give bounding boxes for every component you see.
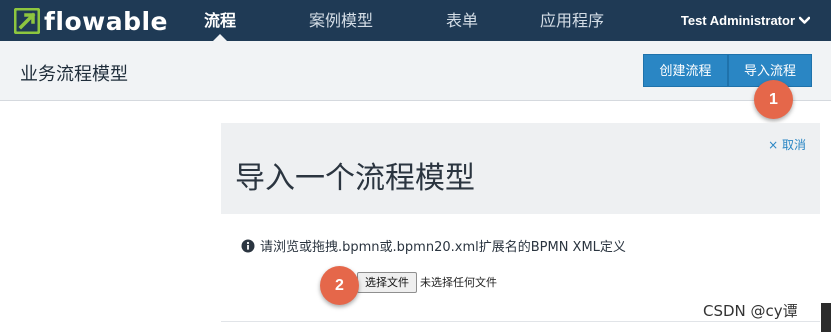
file-status-text: 未选择任何文件 <box>420 276 497 289</box>
app-window: flowable 流程 案例模型 表单 应用程序 Test Administra… <box>0 0 831 332</box>
instructions-text: 请浏览或拖拽.bpmn或.bpmn20.xml扩展名的BPMN XML定义 <box>260 240 626 255</box>
step-callout-2: 2 <box>320 266 359 305</box>
watermark: CSDN @cy谭 <box>703 302 798 320</box>
choose-file-button[interactable]: 选择文件 <box>357 272 417 293</box>
panel-header: × 取消 导入一个流程模型 <box>221 123 820 214</box>
user-name: Test Administrator <box>680 13 795 28</box>
step-callout-1: 1 <box>754 80 793 119</box>
nav-tab-processes[interactable]: 流程 <box>204 0 236 41</box>
nav-tab-apps[interactable]: 应用程序 <box>540 0 604 41</box>
nav-tab-forms[interactable]: 表单 <box>446 0 478 41</box>
page-title: 业务流程模型 <box>20 64 128 85</box>
flowable-logo[interactable]: flowable <box>14 6 168 36</box>
cancel-link[interactable]: × 取消 <box>768 136 806 153</box>
brand-name: flowable <box>44 6 169 36</box>
import-instructions: 请浏览或拖拽.bpmn或.bpmn20.xml扩展名的BPMN XML定义 <box>241 236 626 255</box>
scrollbar-edge <box>821 303 831 332</box>
nav-tab-case-models[interactable]: 案例模型 <box>309 0 373 41</box>
info-circle-icon <box>241 239 255 252</box>
chevron-down-icon <box>799 16 810 24</box>
panel-divider <box>221 321 820 322</box>
create-process-button[interactable]: 创建流程 <box>643 54 728 87</box>
user-menu[interactable]: Test Administrator <box>681 0 810 41</box>
top-navigation-bar: flowable 流程 案例模型 表单 应用程序 Test Administra… <box>0 0 831 41</box>
import-process-panel: × 取消 导入一个流程模型 请浏览或拖拽.bpmn或.bpmn20.xml扩展名… <box>221 123 820 323</box>
panel-title: 导入一个流程模型 <box>235 161 475 196</box>
page-header: 业务流程模型 创建流程 导入流程 <box>0 41 831 101</box>
flowable-logo-icon <box>14 8 40 34</box>
